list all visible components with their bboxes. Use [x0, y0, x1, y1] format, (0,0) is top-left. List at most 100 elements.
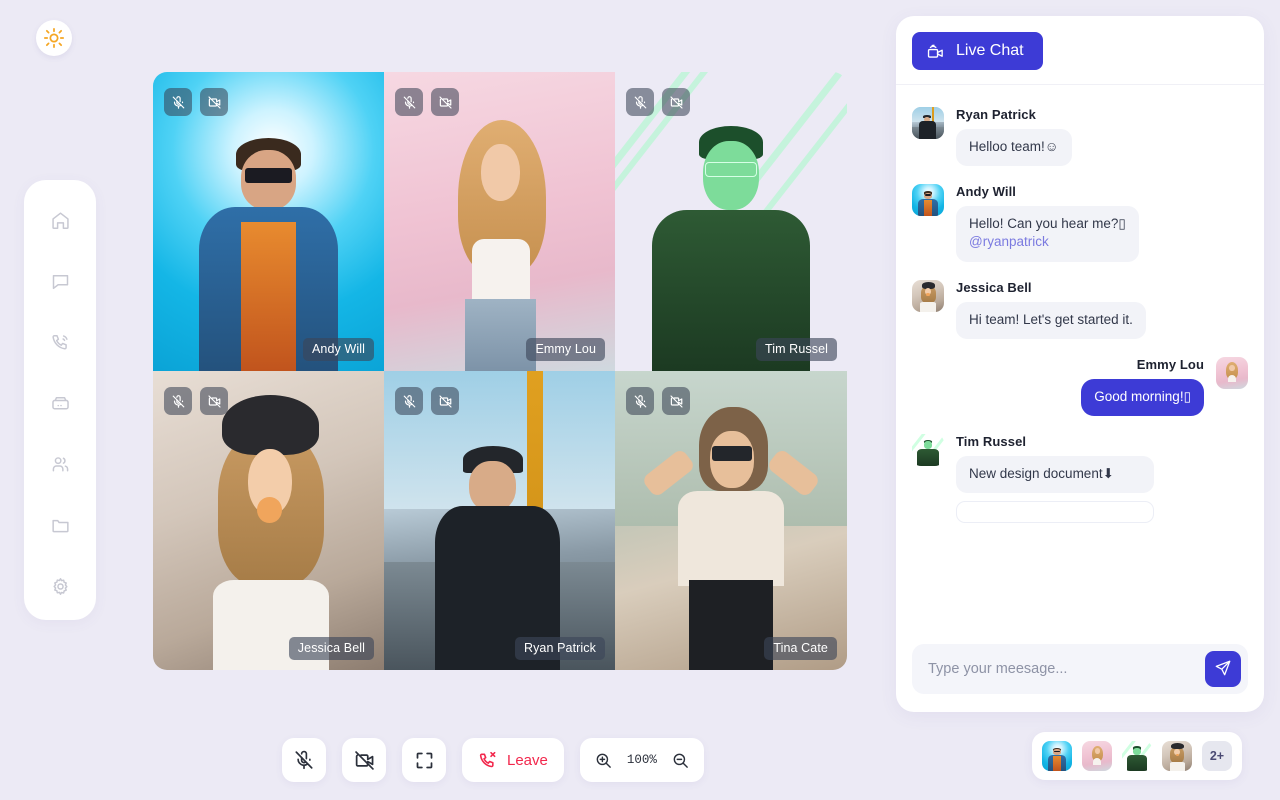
- message-bubble: New design document⬇: [956, 456, 1154, 493]
- mic-off-icon[interactable]: [164, 387, 192, 415]
- message-sender: Emmy Lou: [1137, 357, 1204, 372]
- message-text: Hello! Can you hear me?▯: [969, 216, 1126, 231]
- chat-message: Ryan Patrick Helloo team!☺: [912, 107, 1248, 166]
- camera-off-icon[interactable]: [662, 387, 690, 415]
- avatar: [912, 434, 944, 466]
- chat-message-list[interactable]: Ryan Patrick Helloo team!☺ Andy Will Hel…: [896, 85, 1264, 644]
- message-text: Good morning!▯: [1094, 389, 1191, 404]
- video-tile[interactable]: Tina Cate: [615, 371, 847, 670]
- home-icon: [50, 210, 71, 231]
- participant-video: [615, 72, 847, 371]
- camera-off-icon: [353, 749, 376, 772]
- message-text: Hi team! Let's get started it.: [969, 312, 1133, 327]
- zoom-level-label: 100%: [627, 753, 657, 767]
- camera-off-icon[interactable]: [200, 88, 228, 116]
- participant-video: [384, 72, 615, 371]
- avatar: [912, 107, 944, 139]
- left-sidebar: [24, 180, 96, 620]
- video-grid: Andy Will Emmy Lou: [153, 72, 847, 670]
- leave-button[interactable]: Leave: [462, 738, 564, 782]
- mic-off-icon[interactable]: [626, 88, 654, 116]
- camera-off-icon[interactable]: [431, 387, 459, 415]
- tile-name-label: Ryan Patrick: [515, 637, 605, 660]
- video-tile[interactable]: Jessica Bell: [153, 371, 384, 670]
- sun-icon: [43, 27, 65, 49]
- sidebar-item-contacts[interactable]: [40, 446, 80, 482]
- message-text: Helloo team!☺: [969, 139, 1059, 154]
- tile-controls: [164, 387, 228, 415]
- chat-header: Live Chat: [896, 16, 1264, 85]
- gear-icon: [50, 576, 71, 597]
- send-button[interactable]: [1205, 651, 1241, 687]
- chat-message: Tim Russel New design document⬇: [912, 434, 1248, 523]
- more-participants-badge[interactable]: 2+: [1202, 741, 1232, 771]
- zoom-out-icon[interactable]: [671, 751, 690, 770]
- camera-off-icon[interactable]: [200, 387, 228, 415]
- sidebar-item-inbox[interactable]: [40, 385, 80, 421]
- chat-composer: [896, 644, 1264, 712]
- participant-avatar[interactable]: [1122, 741, 1152, 771]
- video-tile[interactable]: Emmy Lou: [384, 72, 615, 371]
- sidebar-item-calls[interactable]: [40, 324, 80, 360]
- video-tile[interactable]: Ryan Patrick: [384, 371, 615, 670]
- tile-name-label: Tim Russel: [756, 338, 837, 361]
- phone-hangup-icon: [478, 750, 498, 770]
- message-sender: Ryan Patrick: [956, 107, 1072, 122]
- tile-controls: [626, 387, 690, 415]
- chat-bubble-icon: [50, 271, 71, 292]
- mic-off-icon[interactable]: [395, 88, 423, 116]
- live-chat-label: Live Chat: [956, 42, 1024, 60]
- camera-off-icon[interactable]: [662, 88, 690, 116]
- avatar: [912, 184, 944, 216]
- tile-controls: [395, 88, 459, 116]
- participants-strip: 2+: [1032, 732, 1242, 780]
- mic-off-icon[interactable]: [164, 88, 192, 116]
- participant-video: [153, 371, 384, 670]
- message-mention[interactable]: @ryanpatrick: [969, 233, 1126, 251]
- people-icon: [50, 454, 71, 475]
- message-bubble: Helloo team!☺: [956, 129, 1072, 166]
- phone-call-icon: [50, 332, 71, 353]
- sidebar-item-home[interactable]: [40, 202, 80, 238]
- toggle-mic-button[interactable]: [282, 738, 326, 782]
- message-bubble: Hello! Can you hear me?▯ @ryanpatrick: [956, 206, 1139, 261]
- avatar: [912, 280, 944, 312]
- participant-avatar[interactable]: [1082, 741, 1112, 771]
- camera-off-icon[interactable]: [431, 88, 459, 116]
- toggle-camera-button[interactable]: [342, 738, 386, 782]
- fullscreen-button[interactable]: [402, 738, 446, 782]
- sidebar-item-settings[interactable]: [40, 568, 80, 604]
- sidebar-item-files[interactable]: [40, 507, 80, 543]
- zoom-control: 100%: [580, 738, 704, 782]
- sidebar-item-messages[interactable]: [40, 263, 80, 299]
- message-sender: Andy Will: [956, 184, 1139, 199]
- video-tile[interactable]: Tim Russel: [615, 72, 847, 371]
- video-tile[interactable]: Andy Will: [153, 72, 384, 371]
- fullscreen-icon: [414, 750, 435, 771]
- tile-name-label: Tina Cate: [764, 637, 837, 660]
- leave-label: Leave: [507, 752, 548, 769]
- message-sender: Jessica Bell: [956, 280, 1146, 295]
- tile-controls: [626, 88, 690, 116]
- tile-controls: [395, 387, 459, 415]
- folder-icon: [50, 515, 71, 536]
- message-text: New design document⬇: [969, 466, 1114, 481]
- zoom-in-icon[interactable]: [594, 751, 613, 770]
- participant-video: [384, 371, 615, 670]
- participant-avatar[interactable]: [1042, 741, 1072, 771]
- message-input[interactable]: [928, 661, 1205, 677]
- mic-off-icon: [293, 749, 315, 771]
- participant-avatar[interactable]: [1162, 741, 1192, 771]
- message-bubble: Hi team! Let's get started it.: [956, 302, 1146, 339]
- tile-name-label: Emmy Lou: [526, 338, 605, 361]
- participant-video: [153, 72, 384, 371]
- mic-off-icon[interactable]: [395, 387, 423, 415]
- avatar: [1216, 357, 1248, 389]
- mic-off-icon[interactable]: [626, 387, 654, 415]
- message-attachment-card[interactable]: [956, 501, 1154, 523]
- app-logo[interactable]: [36, 20, 72, 56]
- message-bubble: Good morning!▯: [1081, 379, 1204, 416]
- participant-video: [615, 371, 847, 670]
- live-chat-button[interactable]: Live Chat: [912, 32, 1043, 70]
- message-sender: Tim Russel: [956, 434, 1154, 449]
